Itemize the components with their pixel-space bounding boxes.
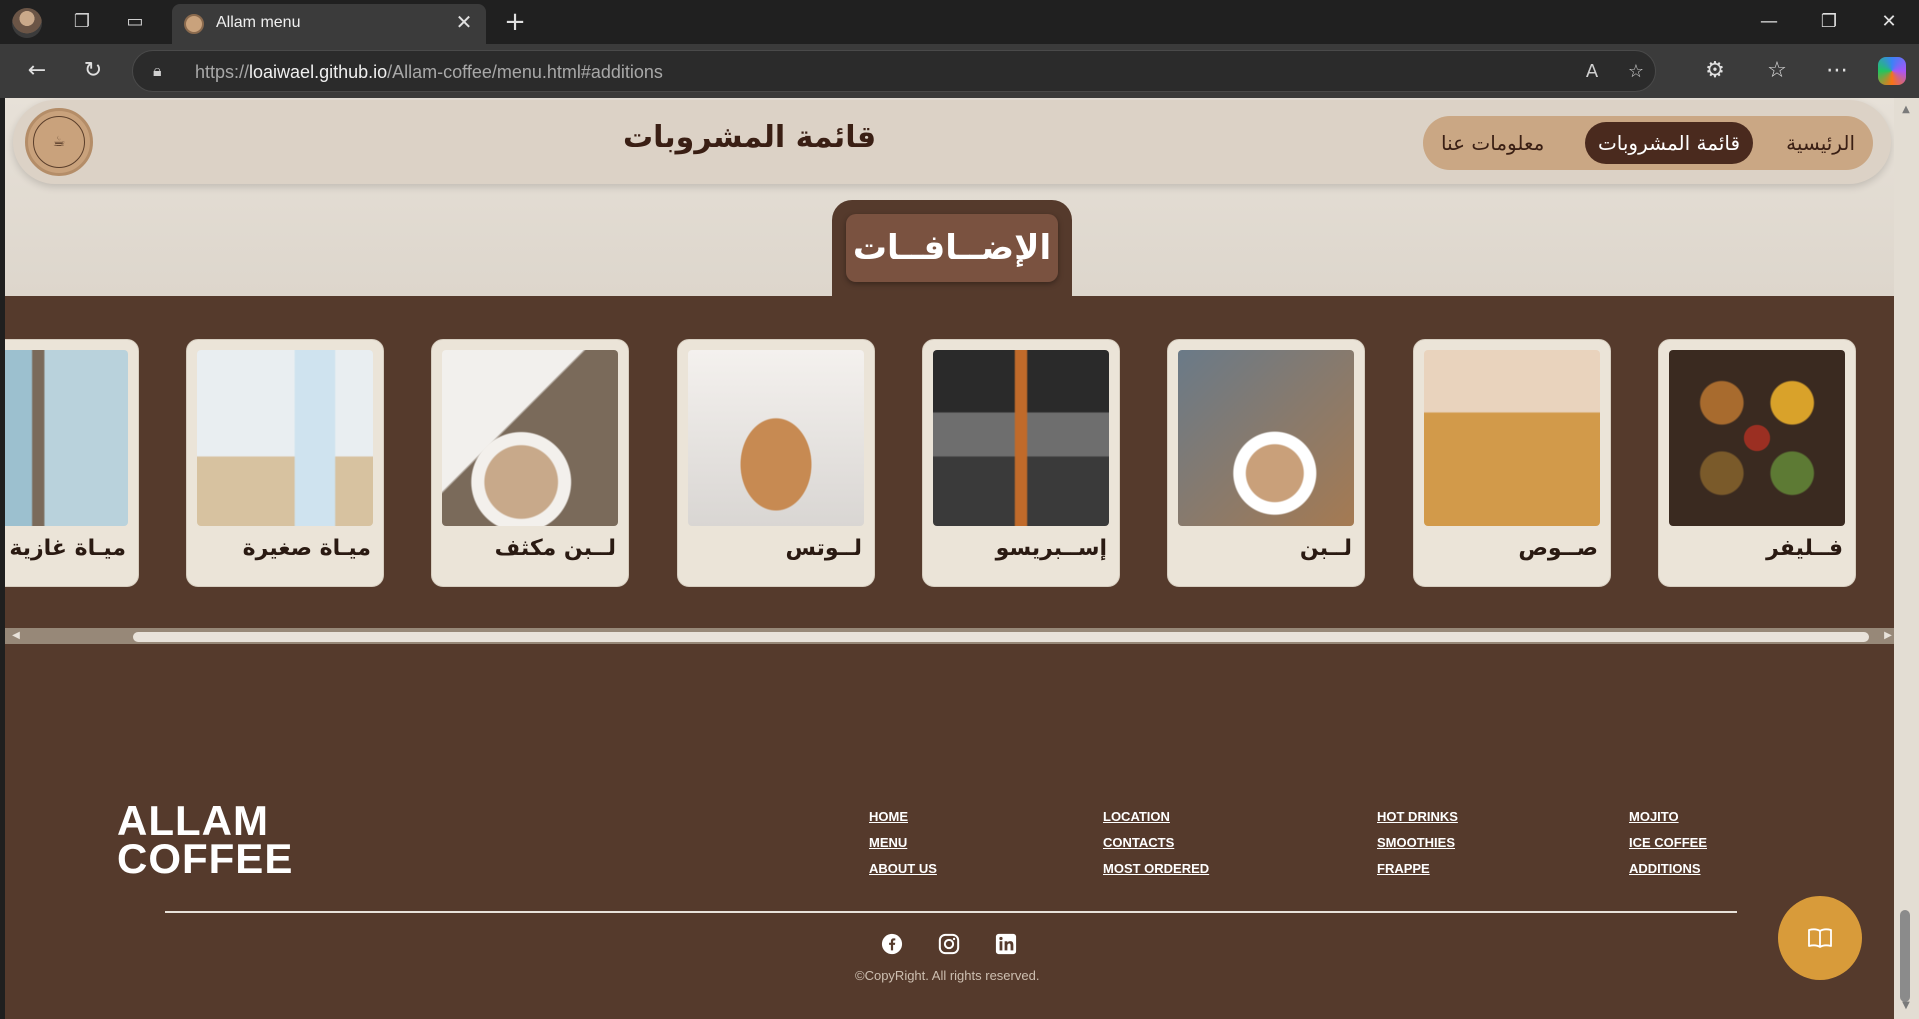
item-label: ميـاة غازية xyxy=(9,536,126,561)
footer-column-2: LOCATION CONTACTS MOST ORDERED xyxy=(1103,804,1209,882)
address-bar[interactable]: 🔒︎ https://loaiwael.github.io/Allam-coff… xyxy=(132,50,1656,92)
footer-link-location[interactable]: LOCATION xyxy=(1103,804,1209,830)
item-label: لــبن مكثف xyxy=(494,536,616,561)
item-card-espresso[interactable]: إســبريسو xyxy=(922,339,1120,587)
item-card-milk[interactable]: لــبن xyxy=(1167,339,1365,587)
window-close-icon[interactable]: ✕ xyxy=(1866,6,1912,38)
footer-column-4: MOJITO ICE COFFEE ADDITIONS xyxy=(1629,804,1707,882)
footer-logo-line2: COFFEE xyxy=(117,835,294,882)
footer-link-smoothies[interactable]: SMOOTHIES xyxy=(1377,830,1458,856)
espresso-shot-photo xyxy=(933,350,1109,526)
nav-about[interactable]: معلومات عنا xyxy=(1441,116,1544,170)
section-title: الإضــافــات xyxy=(846,214,1058,282)
footer-column-1: HOME MENU ABOUT US xyxy=(869,804,937,882)
milk-pour-photo xyxy=(1178,350,1354,526)
item-card-small-water[interactable]: ميـاة صغيرة xyxy=(186,339,384,587)
item-label: لــوتس xyxy=(785,536,862,561)
restore-icon[interactable]: ❐ xyxy=(1806,6,1852,38)
favorite-star-icon[interactable]: ☆ xyxy=(1623,59,1649,85)
site-header: ☕︎ قائمة المشروبات معلومات عنا قائمة الم… xyxy=(13,100,1891,184)
small-water-bottle-photo xyxy=(197,350,373,526)
refresh-icon[interactable]: ↻ xyxy=(78,56,108,86)
footer-link-additions[interactable]: ADDITIONS xyxy=(1629,856,1707,882)
item-label: لــبن xyxy=(1299,536,1352,561)
main-nav: معلومات عنا قائمة المشروبات الرئيسية xyxy=(1423,116,1873,170)
item-card-sauce[interactable]: صــوص xyxy=(1413,339,1611,587)
facebook-icon[interactable] xyxy=(880,932,904,956)
item-card-lotus[interactable]: لــوتس xyxy=(677,339,875,587)
vertical-scrollbar[interactable]: ▲ ▼ xyxy=(1894,98,1919,1019)
workspaces-icon[interactable]: ❐ xyxy=(70,10,94,34)
spices-photo xyxy=(1669,350,1845,526)
nav-menu-active[interactable]: قائمة المشروبات xyxy=(1585,122,1753,164)
footer-logo[interactable]: ALLAM COFFEE xyxy=(117,800,294,882)
favorites-icon[interactable]: ☆ xyxy=(1762,56,1792,86)
item-label: إســبريسو xyxy=(995,536,1107,561)
new-tab-icon[interactable]: + xyxy=(500,8,530,38)
footer-link-contacts[interactable]: CONTACTS xyxy=(1103,830,1209,856)
footer-link-menu[interactable]: MENU xyxy=(869,830,937,856)
read-aloud-icon[interactable]: A xyxy=(1579,59,1605,85)
copilot-icon[interactable] xyxy=(1878,57,1906,85)
tab-close-icon[interactable]: ✕ xyxy=(452,10,476,34)
nav-home[interactable]: الرئيسية xyxy=(1786,116,1855,170)
footer-link-ice-coffee[interactable]: ICE COFFEE xyxy=(1629,830,1707,856)
page-title: قائمة المشروبات xyxy=(623,120,877,155)
page-viewport: ☕︎ قائمة المشروبات معلومات عنا قائمة الم… xyxy=(5,98,1899,1019)
footer-column-3: HOT DRINKS SMOOTHIES FRAPPE xyxy=(1377,804,1458,882)
item-card-flavor[interactable]: فــليفر xyxy=(1658,339,1856,587)
condensed-milk-photo xyxy=(442,350,618,526)
tab-favicon-icon xyxy=(184,14,204,34)
menu-book-button[interactable] xyxy=(1778,896,1862,980)
footer-link-home[interactable]: HOME xyxy=(869,804,937,830)
item-card-condensed-milk[interactable]: لــبن مكثف xyxy=(431,339,629,587)
footer-link-about[interactable]: ABOUT US xyxy=(869,856,937,882)
scroll-down-icon[interactable]: ▼ xyxy=(1898,998,1914,1014)
minimize-icon[interactable]: — xyxy=(1746,6,1792,38)
horizontal-scrollbar[interactable]: ◀ ▶ xyxy=(5,628,1899,644)
footer-divider xyxy=(165,911,1737,913)
item-label: فــليفر xyxy=(1766,536,1843,561)
sparkling-water-photo xyxy=(5,350,128,526)
horizontal-scroll-thumb[interactable] xyxy=(133,632,1869,642)
scroll-right-icon[interactable]: ▶ xyxy=(1881,628,1895,644)
item-card-sparkling-water[interactable]: ميـاة غازية xyxy=(5,339,139,587)
site-logo[interactable]: ☕︎ xyxy=(25,108,93,176)
scroll-left-icon[interactable]: ◀ xyxy=(9,628,23,644)
item-label: ميـاة صغيرة xyxy=(242,536,371,561)
scroll-up-icon[interactable]: ▲ xyxy=(1898,102,1914,118)
lotus-spread-photo xyxy=(688,350,864,526)
active-tab[interactable]: Allam menu ✕ xyxy=(172,4,486,44)
profile-avatar[interactable] xyxy=(12,8,42,38)
open-book-icon xyxy=(1808,928,1832,948)
footer-link-hot-drinks[interactable]: HOT DRINKS xyxy=(1377,804,1458,830)
more-options-icon[interactable]: ⋯ xyxy=(1822,56,1852,86)
linkedin-icon[interactable] xyxy=(994,932,1018,956)
browser-tab-bar: ❐ ▭ Allam menu ✕ + — ❐ ✕ xyxy=(0,0,1919,44)
url-text[interactable]: https://loaiwael.github.io/Allam-coffee/… xyxy=(195,62,663,83)
browser-nav-bar: ← ↻ 🔒︎ https://loaiwael.github.io/Allam-… xyxy=(0,44,1919,98)
extensions-icon[interactable]: ⚙ xyxy=(1700,56,1730,86)
copyright-text: ©CopyRight. All rights reserved. xyxy=(855,968,1040,983)
lock-icon: 🔒︎ xyxy=(153,61,162,80)
instagram-icon[interactable] xyxy=(937,932,961,956)
footer-link-most-ordered[interactable]: MOST ORDERED xyxy=(1103,856,1209,882)
footer-link-mojito[interactable]: MOJITO xyxy=(1629,804,1707,830)
caramel-sauce-photo xyxy=(1424,350,1600,526)
footer-link-frappe[interactable]: FRAPPE xyxy=(1377,856,1458,882)
tab-actions-icon[interactable]: ▭ xyxy=(123,10,147,34)
back-icon[interactable]: ← xyxy=(22,56,52,86)
tab-title: Allam menu xyxy=(216,14,301,31)
item-label: صــوص xyxy=(1518,536,1598,561)
section-tab: الإضــافــات xyxy=(832,200,1072,300)
logo-emblem-icon: ☕︎ xyxy=(33,116,85,168)
vertical-scroll-thumb[interactable] xyxy=(1900,910,1910,1002)
